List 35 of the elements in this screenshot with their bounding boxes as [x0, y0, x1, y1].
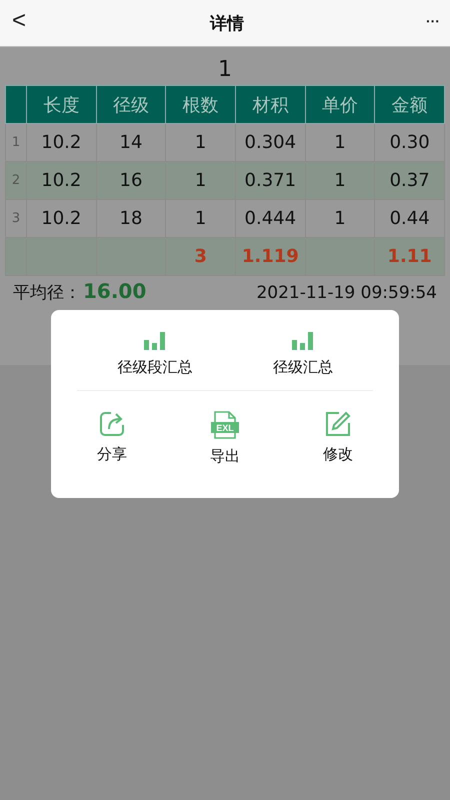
column-header: 径级	[96, 86, 166, 124]
action-button[interactable]: 径级段汇总	[109, 332, 200, 377]
record-title: 1	[217, 56, 233, 84]
row-number: 2	[6, 162, 26, 200]
action-button[interactable]: 径级汇总	[264, 332, 341, 377]
back-button[interactable]: <	[0, 7, 38, 35]
row-number: 1	[6, 124, 26, 162]
bar-chart-icon	[292, 332, 314, 350]
timestamp: 2021-11-19 09:59:54	[256, 283, 437, 303]
column-header: 长度	[26, 86, 96, 124]
table-cell: 0.371	[235, 162, 306, 200]
action-button[interactable]: 分享	[89, 411, 135, 466]
action-button[interactable]: EXL 导出	[202, 411, 248, 466]
total-value: 1.119	[235, 238, 306, 276]
table-cell: 10.2	[26, 162, 96, 200]
column-header: 单价	[305, 86, 375, 124]
column-header: 根数	[166, 86, 236, 124]
more-button[interactable]: ···	[416, 13, 450, 29]
column-header: 金额	[374, 86, 444, 124]
row-number: 3	[6, 200, 26, 238]
share-icon	[99, 411, 125, 437]
action-button[interactable]: 修改	[315, 411, 361, 466]
total-value: 1.11	[374, 238, 444, 276]
table-cell: 1	[305, 162, 375, 200]
table-cell: 16	[96, 162, 166, 200]
edit-icon	[325, 411, 351, 437]
column-header: 材积	[235, 86, 306, 124]
total-value: 3	[166, 238, 236, 276]
file-icon: EXL	[211, 411, 239, 439]
average-value: 16.00	[83, 279, 146, 303]
table-cell: 1	[166, 162, 236, 200]
table-cell: 0.37	[374, 162, 444, 200]
page-title: 详情	[210, 12, 244, 34]
average-label: 平均径：	[13, 282, 81, 304]
bar-chart-icon	[144, 332, 166, 350]
